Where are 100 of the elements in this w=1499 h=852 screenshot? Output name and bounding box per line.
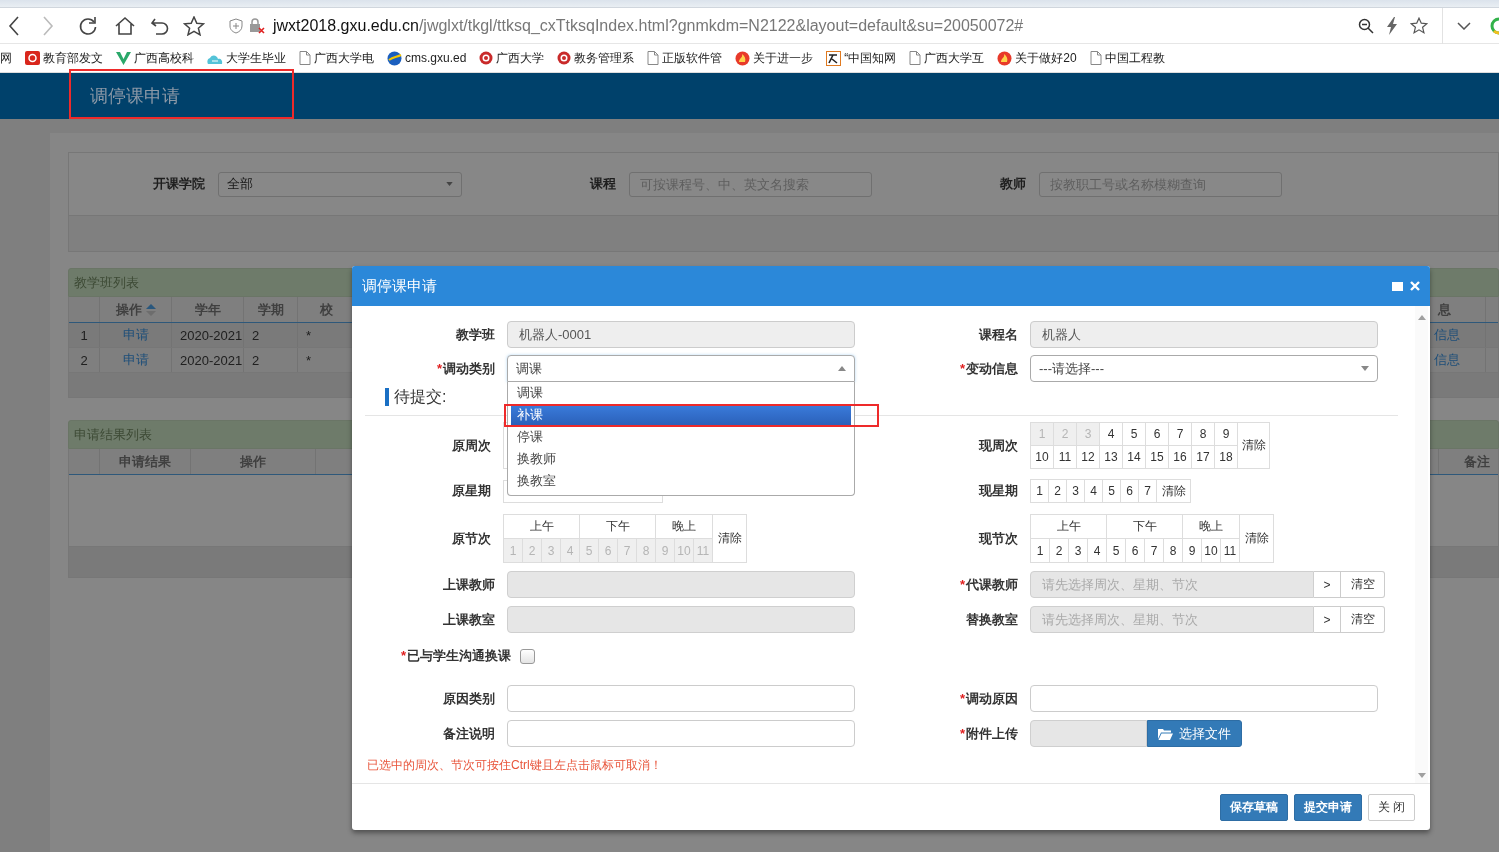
period-cell[interactable]: 11: [1221, 539, 1240, 563]
dropdown-field[interactable]: 调课: [507, 355, 855, 382]
week-cell[interactable]: 16: [1169, 446, 1192, 469]
primary-button[interactable]: 提交申请: [1293, 793, 1362, 821]
clear-button[interactable]: 清除: [1240, 515, 1274, 563]
refresh-icon[interactable]: [78, 15, 98, 36]
bookmark[interactable]: 广西大学: [479, 49, 545, 67]
picker-field[interactable]: 请先选择周次、星期、节次: [1030, 606, 1314, 633]
weekday-cell[interactable]: 3: [1067, 480, 1085, 503]
readonly-field[interactable]: 机器人: [1030, 321, 1378, 348]
bookmark[interactable]: 广西高校科: [116, 49, 194, 67]
weekday-cell[interactable]: 4: [1085, 480, 1103, 503]
period-cell[interactable]: 10: [1202, 539, 1221, 563]
weekday-cell[interactable]: 5: [1103, 480, 1121, 503]
bookmark[interactable]: 关于进一步: [735, 49, 814, 67]
close-icon[interactable]: [1410, 281, 1420, 291]
field-label: 原因类别: [442, 689, 495, 708]
weekday-cell[interactable]: 2: [1049, 480, 1067, 503]
dialog-title: 调停课申请: [362, 276, 437, 296]
period-cell[interactable]: 3: [1069, 539, 1088, 563]
readonly-field[interactable]: 机器人-0001: [507, 321, 855, 348]
field-label: 现星期: [977, 482, 1018, 500]
dropdown-option[interactable]: 停课: [511, 426, 851, 448]
week-cell[interactable]: 10: [1031, 446, 1054, 469]
primary-button[interactable]: 保存草稿: [1219, 793, 1288, 821]
text-field[interactable]: [507, 720, 855, 747]
clear-button[interactable]: 清除: [1238, 423, 1270, 469]
field-label: 课程名: [977, 325, 1018, 344]
week-cell[interactable]: 6: [1146, 423, 1169, 446]
bookmark[interactable]: 中国工程教: [1089, 49, 1165, 67]
period-cell[interactable]: 4: [1088, 539, 1107, 563]
clear-button[interactable]: 清除: [1157, 480, 1191, 503]
week-cell[interactable]: 12: [1077, 446, 1100, 469]
period-cell[interactable]: 2: [1050, 539, 1069, 563]
weekday-cell[interactable]: 6: [1121, 480, 1139, 503]
week-cell[interactable]: 17: [1192, 446, 1215, 469]
weekday-cell[interactable]: 7: [1139, 480, 1157, 503]
week-cell[interactable]: 4: [1100, 423, 1123, 446]
bookmark[interactable]: 教育部发文: [25, 49, 103, 67]
bookmark[interactable]: “中国知网: [826, 49, 897, 67]
week-cell[interactable]: 15: [1146, 446, 1169, 469]
field-label: 上课教师: [442, 575, 495, 594]
period-cell[interactable]: 1: [1031, 539, 1050, 563]
picker-field[interactable]: 请先选择周次、星期、节次: [1030, 571, 1314, 598]
weekday-cell[interactable]: 1: [1031, 480, 1049, 503]
url-field[interactable]: jwxt2018.gxu.edu.cn/jwglxt/tkgl/ttksq_cxTtksqIndex.html?gnmkdm=N2122&layout=default&su=20050072#: [225, 10, 1028, 41]
week-cell[interactable]: 18: [1215, 446, 1238, 469]
globe-icon: [387, 50, 402, 66]
close-button[interactable]: 关 闭: [1367, 793, 1415, 821]
dropdown-option[interactable]: 补课: [511, 404, 851, 426]
text-field[interactable]: [507, 685, 855, 712]
bookmark[interactable]: 关于做好20: [997, 49, 1077, 67]
home-icon[interactable]: [114, 15, 136, 36]
week-cell[interactable]: 8: [1192, 423, 1215, 446]
pick-button[interactable]: >: [1314, 571, 1341, 598]
period-cell[interactable]: 5: [1107, 539, 1126, 563]
period-cell[interactable]: 9: [1183, 539, 1202, 563]
clear-button[interactable]: 清空: [1341, 606, 1385, 633]
bookmark[interactable]: 正版软件管: [647, 49, 723, 67]
scroll-down-icon[interactable]: [1417, 773, 1426, 778]
bookmark[interactable]: cms.gxu.ed: [387, 50, 467, 66]
star-icon[interactable]: [1410, 17, 1428, 34]
forward-icon[interactable]: [42, 15, 54, 36]
period-cell[interactable]: 7: [1145, 539, 1164, 563]
week-cell[interactable]: 5: [1123, 423, 1146, 446]
week-cell[interactable]: 9: [1215, 423, 1238, 446]
text-field[interactable]: [1030, 685, 1378, 712]
pick-button[interactable]: >: [1314, 606, 1341, 633]
dropdown-option[interactable]: 换教室: [511, 470, 851, 492]
period-cell[interactable]: 8: [1164, 539, 1183, 563]
dropdown-field[interactable]: 全部: [218, 171, 462, 197]
scrollbar[interactable]: [1415, 306, 1428, 783]
clear-button[interactable]: 清空: [1341, 571, 1385, 598]
back-icon[interactable]: [8, 15, 20, 36]
week-cell[interactable]: 11: [1054, 446, 1077, 469]
bookmark[interactable]: 广西大学互: [909, 49, 985, 67]
dropdown-field[interactable]: ---请选择---: [1030, 355, 1378, 382]
bookmark[interactable]: 大学生毕业: [207, 49, 286, 67]
choose-file-button[interactable]: 选择文件: [1147, 720, 1242, 747]
bookmark[interactable]: 网: [0, 49, 12, 67]
chevron-down-icon[interactable]: [1457, 21, 1471, 30]
dropdown-option[interactable]: 换教师: [511, 448, 851, 470]
week-cell[interactable]: 14: [1123, 446, 1146, 469]
zoom-out-icon[interactable]: [1358, 17, 1374, 34]
period-group-header: 上午: [504, 515, 580, 539]
minimize-icon[interactable]: [1392, 281, 1403, 291]
week-cell[interactable]: 13: [1100, 446, 1123, 469]
scroll-up-icon[interactable]: [1417, 315, 1426, 320]
bookmark[interactable]: 广西大学电: [299, 49, 374, 67]
filter-label: 开课学院: [152, 175, 205, 193]
checkbox[interactable]: [520, 648, 535, 664]
file-field[interactable]: [1030, 720, 1147, 747]
lightning-icon[interactable]: [1386, 16, 1398, 35]
week-cell[interactable]: 7: [1169, 423, 1192, 446]
field-label: 原节次: [451, 529, 491, 548]
star-icon[interactable]: [183, 15, 205, 36]
dropdown-option[interactable]: 调课: [511, 382, 851, 404]
bookmark[interactable]: 教务管理系: [557, 49, 635, 67]
period-cell[interactable]: 6: [1126, 539, 1145, 563]
clear-button[interactable]: 清除: [713, 515, 747, 563]
